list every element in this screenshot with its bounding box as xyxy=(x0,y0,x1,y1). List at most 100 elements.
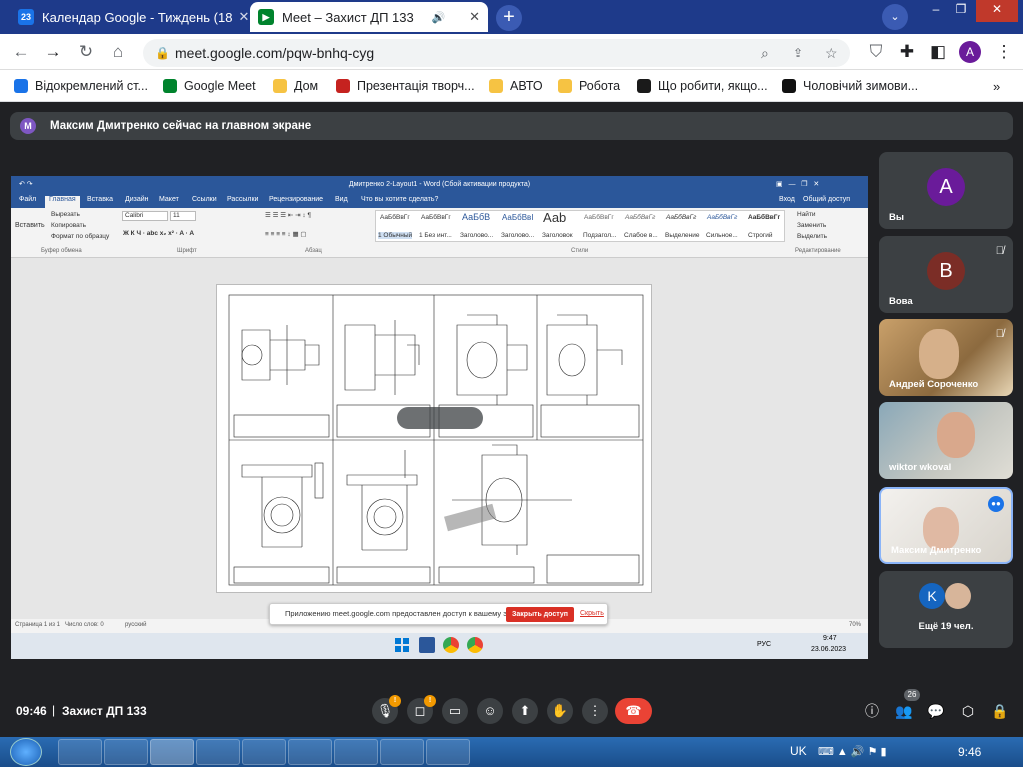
presenter-avatar: М xyxy=(20,118,36,134)
star-icon[interactable]: ☆ xyxy=(825,39,838,67)
participant-tile[interactable]: B 🎙̸ Вова xyxy=(879,236,1013,313)
styles-gallery: АаБбВвГг 1 Обычный АаБбВвГг 1 Без инт... А… xyxy=(375,210,785,242)
taskbar-chrome-icon[interactable] xyxy=(196,739,240,765)
tab-calendar[interactable]: 23 Календар Google - Тиждень (18 ✕ xyxy=(10,2,248,32)
people-count-badge: 26 xyxy=(904,689,920,701)
bookmark-label: Чоловічий зимови... xyxy=(803,79,919,93)
style-item: Слабое в... xyxy=(624,232,658,239)
bookmark-item[interactable]: Робота xyxy=(558,77,620,95)
menu-dots-icon[interactable]: ⋮ xyxy=(993,42,1015,62)
start-button[interactable] xyxy=(10,738,42,766)
taskbar-media-icon[interactable] xyxy=(104,739,148,765)
url-bar[interactable]: 🔒 meet.google.com/pqw-bnhq-cyg ⌕ ⇪ ☆ xyxy=(143,39,850,67)
taskbar-word-icon[interactable] xyxy=(380,739,424,765)
home-icon[interactable]: ⌂ xyxy=(107,42,129,62)
bookmark-item[interactable]: Що робити, якщо... xyxy=(637,77,768,95)
extensions-puzzle-icon[interactable]: ✚ xyxy=(896,42,918,62)
taskbar-ie-icon[interactable] xyxy=(58,739,102,765)
bookmark-item[interactable]: Google Meet xyxy=(163,77,256,95)
site-c-icon xyxy=(637,79,651,93)
participant-name: Ещё 19 чел. xyxy=(918,621,974,632)
close-icon[interactable]: ✕ xyxy=(463,9,480,25)
taskbar-chrome-icon[interactable] xyxy=(334,739,378,765)
bookmark-item[interactable]: Відокремлений ст... xyxy=(14,77,148,95)
present-button[interactable]: ⬆ xyxy=(512,698,538,724)
tab-meet[interactable]: ▶ Meet – Захист ДП 133 🔊 ✕ xyxy=(250,2,488,32)
forward-icon[interactable]: → xyxy=(42,42,64,62)
undo-icon: ↶ ↷ xyxy=(19,181,33,188)
word-app-icon xyxy=(419,637,435,653)
style-item: Выделение xyxy=(665,232,700,239)
word-window-controls: ▣ — ❐ ✕ xyxy=(776,181,820,188)
camera-button[interactable]: ◻! xyxy=(407,695,436,724)
remote-lang: РУС xyxy=(757,641,772,648)
back-icon[interactable]: ← xyxy=(10,42,32,62)
share-page-icon[interactable]: ⇪ xyxy=(793,39,803,67)
style-item: Заголово... xyxy=(501,232,535,239)
ribbon-tab: Рассылки xyxy=(227,196,259,203)
minimize-button[interactable]: – xyxy=(925,0,947,22)
avatar: A xyxy=(927,168,965,206)
font-size-box: 11 xyxy=(170,211,196,221)
lock-icon[interactable]: 🔒 xyxy=(155,39,170,67)
more-options-button[interactable]: ⋮ xyxy=(582,698,608,724)
restore-button[interactable]: ❐ xyxy=(950,0,972,22)
tab-label: Календар Google - Тиждень (18 xyxy=(42,9,233,25)
share-notice-text: Приложению meet.google.com предоставлен … xyxy=(285,609,528,618)
profile-avatar[interactable]: A xyxy=(959,41,981,63)
host-controls-icon[interactable]: 🔒 xyxy=(990,701,1010,721)
raise-hand-button[interactable]: ✋ xyxy=(547,698,573,724)
reload-icon[interactable]: ↻ xyxy=(75,42,97,62)
close-window-button[interactable]: ✕ xyxy=(976,0,1018,22)
more-bookmarks-icon[interactable]: » xyxy=(993,77,1000,95)
bookmark-item[interactable]: Дом xyxy=(273,77,318,95)
people-icon[interactable]: 👥 xyxy=(894,701,914,721)
chat-icon[interactable]: 💬 xyxy=(926,701,946,721)
participant-tile[interactable]: 🎙̸ Андрей Сороченко xyxy=(879,319,1013,396)
bookmark-item[interactable]: Презентація творч... xyxy=(336,77,475,95)
bookmark-label: Що робити, якщо... xyxy=(658,79,768,93)
emoji-button[interactable]: ☺ xyxy=(477,698,503,724)
ribbon-tab: Рецензирование xyxy=(269,196,324,203)
remote-taskbar: РУС 9:47 23.06.2023 xyxy=(11,633,868,659)
captions-button[interactable]: ▭ xyxy=(442,698,468,724)
close-icon[interactable]: ✕ xyxy=(232,9,248,25)
zoom-icon[interactable]: ⌕ xyxy=(761,39,769,67)
ribbon-tab: Дизайн xyxy=(125,196,149,203)
folder-icon xyxy=(489,79,503,93)
extension-shield-icon[interactable]: ⛉ xyxy=(865,42,887,62)
participant-name: Максим Дмитренко xyxy=(891,545,982,556)
word-title-bar: ↶ ↷ Дмитренко 2-Layout1 - Word (Сбой акт… xyxy=(11,176,868,194)
tray-icons[interactable]: ⌨ ▲ 🔊 ⚑ ▮ xyxy=(818,745,887,758)
screen-share-notice: Приложению meet.google.com предоставлен … xyxy=(269,603,608,625)
side-panel-icon[interactable]: ◧ xyxy=(927,42,949,62)
new-tab-button[interactable]: + xyxy=(496,5,522,31)
system-clock[interactable]: 9:46 xyxy=(958,745,981,759)
taskbar-chrome-icon[interactable] xyxy=(242,739,286,765)
leave-call-button[interactable]: ☎ xyxy=(615,698,652,724)
mic-button[interactable]: 🎙! xyxy=(372,695,401,724)
style-item: 1 Обычный xyxy=(378,232,413,239)
participant-tile-active[interactable]: ●● Максим Дмитренко xyxy=(879,487,1013,564)
taskbar-app-icon[interactable] xyxy=(426,739,470,765)
activities-icon[interactable]: ⬡ xyxy=(958,701,978,721)
word-ribbon: Вставить Вырезать Копировать Формат по о… xyxy=(11,208,868,258)
taskbar-explorer-icon[interactable] xyxy=(150,739,194,765)
calendar-icon xyxy=(14,79,28,93)
bookmark-item[interactable]: Чоловічий зимови... xyxy=(782,77,918,95)
chevron-down-icon[interactable]: ⌄ xyxy=(882,4,908,30)
keyboard-language[interactable]: UK xyxy=(790,744,807,758)
style-item: Заголовок xyxy=(542,232,573,239)
speaker-icon[interactable]: 🔊 xyxy=(432,11,446,24)
speaking-indicator-icon: ●● xyxy=(988,496,1004,512)
technical-drawing xyxy=(228,294,644,586)
group-label: Стили xyxy=(571,248,589,254)
participant-tile[interactable]: wiktor wkoval xyxy=(879,402,1013,479)
participant-tile-others[interactable]: K Ещё 19 чел. xyxy=(879,571,1013,648)
participant-tile[interactable]: A Вы xyxy=(879,152,1013,229)
status-words: Число слов: 0 xyxy=(65,622,104,628)
bookmark-item[interactable]: АВТО xyxy=(489,77,543,95)
info-icon[interactable]: ⓘ xyxy=(862,701,882,721)
taskbar-viber-icon[interactable] xyxy=(288,739,332,765)
presenting-banner: М Максим Дмитренко сейчас на главном экр… xyxy=(10,112,1013,140)
